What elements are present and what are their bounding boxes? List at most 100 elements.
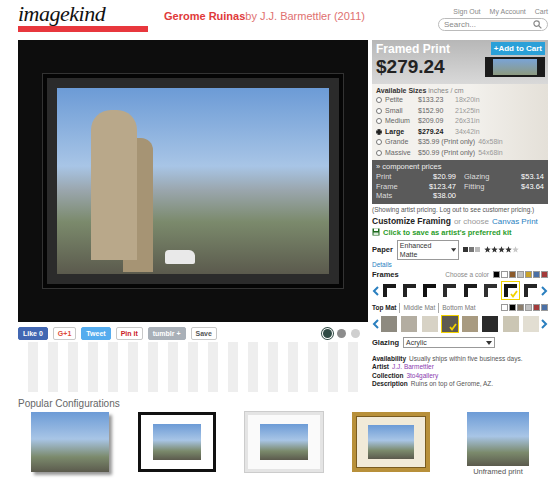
color-dot[interactable] [501, 271, 508, 278]
check-icon [510, 290, 518, 298]
social-button[interactable]: Like 0 [18, 327, 48, 340]
save-kit-link[interactable]: Click to save as artist's preferred kit [372, 227, 548, 238]
configuration-card[interactable] [242, 412, 326, 477]
magnifier-icon[interactable] [533, 20, 542, 29]
color-dot[interactable] [493, 271, 500, 278]
top-link[interactable]: My Account [490, 8, 526, 15]
info-value[interactable]: J.J. Barmettler [392, 363, 434, 372]
configuration-card[interactable] [28, 412, 112, 477]
color-dot[interactable] [525, 271, 532, 278]
mat-option[interactable] [482, 316, 498, 332]
top-link[interactable]: Cart [535, 8, 548, 15]
preview-photo [153, 424, 201, 460]
chevron-right-icon[interactable] [541, 286, 548, 296]
logo[interactable]: imagekind [18, 0, 150, 32]
canvas-print-link[interactable]: Canvas Print [492, 217, 538, 226]
color-dot[interactable] [517, 304, 524, 311]
mat-option[interactable] [381, 316, 397, 332]
mat-option[interactable] [523, 316, 539, 332]
frame-option[interactable] [441, 282, 458, 299]
info-value[interactable]: 3to4gallery [406, 372, 438, 381]
wall-color-dot[interactable] [351, 329, 360, 338]
mat-option[interactable] [442, 316, 458, 332]
component-price: Fitting$43.64 [464, 182, 544, 192]
paper-swatches [463, 247, 480, 252]
radio-button[interactable] [376, 108, 382, 114]
product-header: Framed Print$279.24+Add to Cart [372, 40, 548, 84]
mat-tab[interactable]: Top Mat [372, 303, 399, 313]
size-list: Available Sizes inches / cmPetite$133.23… [372, 84, 548, 160]
radio-button[interactable] [376, 129, 382, 135]
wall-color-dot[interactable] [337, 329, 346, 338]
configuration-card[interactable] [135, 412, 219, 477]
chevron-left-icon[interactable] [372, 319, 379, 329]
mat-option[interactable] [422, 316, 438, 332]
frame-option[interactable] [502, 282, 519, 299]
mat-tab[interactable]: Bottom Mat [438, 303, 478, 313]
color-dot[interactable] [541, 271, 548, 278]
radio-button[interactable] [376, 150, 382, 156]
glazing-select[interactable]: Acrylic [403, 337, 495, 348]
social-button[interactable]: Pin it [116, 327, 143, 340]
product-type: Framed Print [376, 42, 485, 56]
radio-button[interactable] [376, 118, 382, 124]
wall-color-dot[interactable] [323, 329, 332, 338]
size-option[interactable]: Large$279.2434x42in [376, 127, 544, 138]
paper-select[interactable]: Enhanced Matte [397, 240, 459, 260]
mat-option[interactable] [503, 316, 519, 332]
size-option[interactable]: Grande$35.99 (Print only)46x58in [376, 137, 544, 148]
search-input[interactable] [444, 20, 530, 29]
configuration-preview[interactable] [352, 412, 430, 472]
color-dot[interactable] [525, 304, 532, 311]
configuration-card[interactable]: Unframed print [456, 412, 540, 477]
mat-option[interactable] [462, 316, 478, 332]
chevron-left-icon[interactable] [372, 286, 379, 296]
frame-option[interactable] [462, 282, 479, 299]
social-button[interactable]: tumblr + [148, 327, 186, 340]
social-button[interactable]: Tweet [81, 327, 110, 340]
size-option[interactable]: Medium$209.0926x31in [376, 116, 544, 127]
mats-header: Top MatMiddle MatBottom Mat [372, 303, 548, 313]
color-dot[interactable] [517, 271, 524, 278]
frame-option[interactable] [522, 282, 539, 299]
color-dot[interactable] [541, 304, 548, 311]
logo-bar [18, 26, 148, 32]
artwork-photo [57, 88, 329, 274]
size-option[interactable]: Small$152.9021x25in [376, 106, 544, 117]
product-info: AvailabilityUsually ships within five bu… [372, 355, 548, 389]
social-button[interactable]: Save [191, 327, 217, 340]
mat-tab[interactable]: Middle Mat [399, 303, 438, 313]
configuration-preview[interactable] [467, 412, 529, 466]
color-dot[interactable] [533, 271, 540, 278]
configuration-preview[interactable] [138, 412, 216, 472]
configuration-card[interactable] [349, 412, 433, 477]
mat-option[interactable] [401, 316, 417, 332]
star-icon [498, 246, 505, 253]
logo-text[interactable]: imagekind [18, 3, 150, 25]
frame-option[interactable] [421, 282, 438, 299]
radio-button[interactable] [376, 97, 382, 103]
size-option[interactable]: Massive$50.99 (Print only)54x68in [376, 148, 544, 159]
search-box[interactable] [438, 18, 548, 31]
social-button[interactable]: G+1 [53, 327, 76, 340]
frame-option[interactable] [381, 282, 398, 299]
size-option[interactable]: Petite$133.2318x20in [376, 95, 544, 106]
color-dot[interactable] [533, 304, 540, 311]
frame-option[interactable] [401, 282, 418, 299]
purchase-panel: Framed Print$279.24+Add to CartAvailable… [372, 40, 548, 392]
configuration-preview[interactable] [31, 412, 109, 472]
color-dot[interactable] [509, 271, 516, 278]
floppy-icon [372, 228, 380, 236]
paper-details-link[interactable]: Details [372, 260, 548, 269]
component-prices-toggle[interactable]: » component prices [376, 162, 544, 172]
color-dot[interactable] [501, 304, 508, 311]
top-link[interactable]: Sign Out [453, 8, 480, 15]
chevron-right-icon[interactable] [541, 319, 548, 329]
radio-button[interactable] [376, 139, 382, 145]
color-dot[interactable] [509, 304, 516, 311]
frame-option[interactable] [482, 282, 499, 299]
social-buttons: Like 0 G+1 Tweet Pin it tumblr + Save [18, 327, 217, 340]
add-to-cart-button[interactable]: +Add to Cart [491, 42, 545, 55]
configuration-list: Unframed print [18, 410, 548, 477]
configuration-preview[interactable] [245, 412, 323, 472]
